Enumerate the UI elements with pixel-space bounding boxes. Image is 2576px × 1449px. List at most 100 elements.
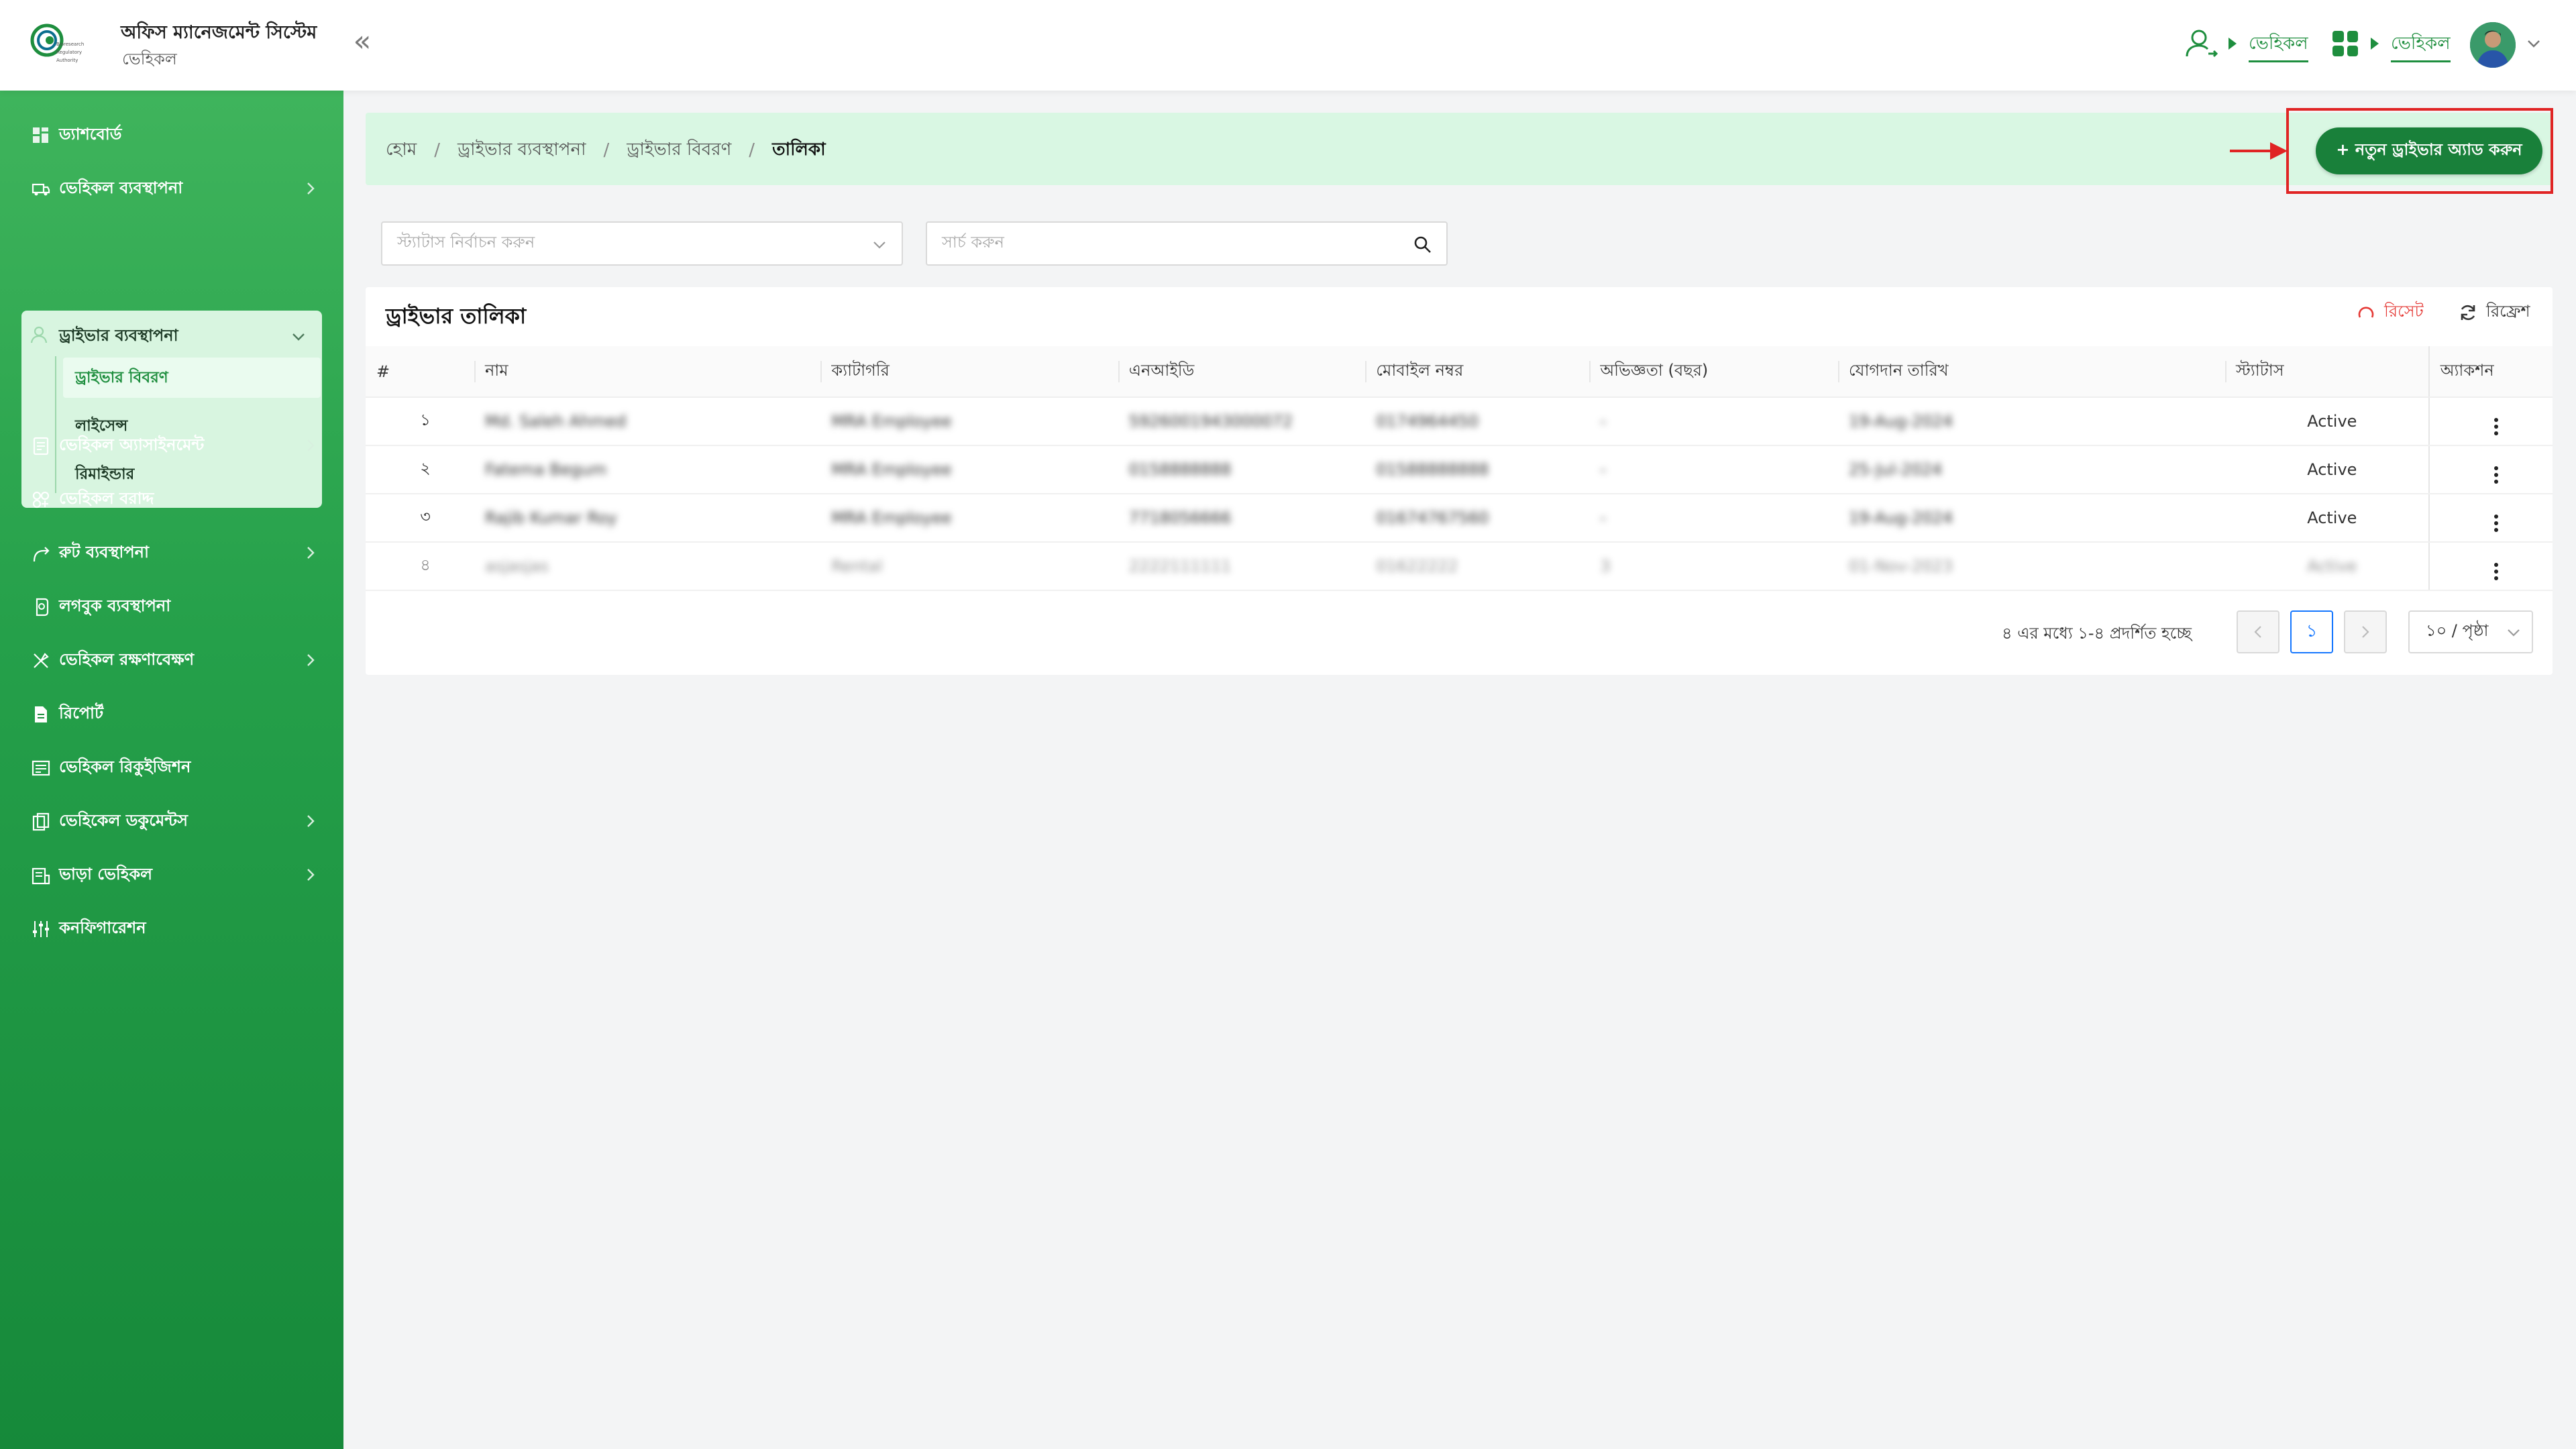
status-select-placeholder: স্ট্যাটাস নির্বাচন করুন: [397, 233, 535, 252]
sidebar-item-driver-management[interactable]: ড্রাইভার ব্যবস্থাপনা: [30, 320, 314, 354]
sidebar-item-label: রুট ব্যবস্থাপনা: [59, 543, 149, 561]
sidebar-subitem-driver-details[interactable]: ড্রাইভার বিবরণ: [63, 358, 321, 398]
sidebar-item-vehicle-allocation[interactable]: ভেহিকল বরাদ্দ: [30, 480, 325, 520]
breadcrumb-home[interactable]: হোম: [386, 136, 417, 165]
page-size-select[interactable]: ১০ / পৃষ্ঠা: [2408, 610, 2533, 653]
svg-text:Bioresearch: Bioresearch: [56, 42, 84, 47]
sidebar-item-dashboard[interactable]: ড্যাশবোর্ড: [30, 115, 325, 156]
chevron-right-icon: [307, 547, 315, 559]
row-action-menu[interactable]: [2428, 542, 2553, 591]
header-link-apps-vehicle[interactable]: ভেহিকল: [2391, 30, 2451, 62]
sidebar-item-label: ভেহিকল ব্যবস্থাপনা: [59, 178, 183, 197]
search-icon[interactable]: [1413, 235, 1433, 255]
more-vertical-icon[interactable]: [2494, 563, 2499, 580]
column-header-category: ক্যাটাগরি: [820, 346, 1118, 398]
more-vertical-icon[interactable]: [2494, 418, 2499, 435]
page-button-current[interactable]: ১: [2290, 610, 2333, 653]
cell-name: asjasjas: [474, 542, 821, 591]
status-select[interactable]: স্ট্যাটাস নির্বাচন করুন: [381, 221, 903, 266]
breadcrumb: হোম / ড্রাইভার ব্যবস্থাপনা / ড্রাইভার বি…: [386, 136, 826, 165]
logbook-icon: [30, 596, 52, 619]
sidebar-item-vehicle-maintenance[interactable]: ভেহিকল রক্ষণাবেক্ষণ: [30, 641, 325, 681]
sidebar-subitem-label: ড্রাইভার বিবরণ: [75, 368, 168, 386]
avatar[interactable]: [2470, 22, 2516, 68]
table-row[interactable]: ২ Fatema Begum MRA Employee 0158888888 0…: [366, 445, 2553, 494]
caret-right-icon: [2371, 38, 2379, 50]
cell-join-date: 25-Jul-2024: [1837, 445, 2225, 494]
sidebar-item-vehicle-management[interactable]: ভেহিকল ব্যবস্থাপনা: [30, 169, 325, 209]
reset-button[interactable]: রিসেট: [2356, 299, 2424, 326]
sidebar-item-configuration[interactable]: কনফিগারেশন: [30, 909, 325, 949]
chevron-left-icon: [2254, 626, 2261, 638]
table-row[interactable]: ১ Md. Saleh Ahmed MRA Employee 592600194…: [366, 397, 2553, 446]
cell-nid: 0158888888: [1118, 445, 1366, 494]
apps-grid-icon[interactable]: [2332, 31, 2358, 56]
table-row[interactable]: ৩ Rajib Kumar Roy MRA Employee 771805666…: [366, 494, 2553, 543]
svg-text:Regulatory: Regulatory: [56, 50, 82, 55]
column-header-mobile: মোবাইল নম্বর: [1365, 346, 1590, 398]
reset-label: রিসেট: [2384, 302, 2424, 321]
header-link-vehicle[interactable]: ভেহিকল: [2249, 30, 2308, 62]
cell-mobile: 0174964450: [1365, 397, 1590, 446]
cell-number: ১: [366, 397, 474, 446]
sidebar-item-report[interactable]: রিপোর্ট: [30, 694, 325, 735]
breadcrumb-separator: /: [749, 140, 755, 160]
cell-join-date: 19-Aug-2024: [1837, 494, 2225, 543]
chevron-right-icon: [307, 815, 315, 827]
column-header-join-date: যোগদান তারিখ: [1837, 346, 2225, 398]
chevron-right-icon: [307, 439, 315, 451]
more-vertical-icon[interactable]: [2494, 515, 2499, 532]
sidebar-item-route-management[interactable]: রুট ব্যবস্থাপনা: [30, 533, 325, 574]
sidebar-item-logbook-management[interactable]: লগবুক ব্যবস্থাপনা: [30, 587, 325, 627]
collapse-sidebar-button[interactable]: «: [347, 27, 377, 58]
sidebar-item-label: ভেহিকল রিকুইজিশন: [59, 757, 191, 776]
cell-category: MRA Employee: [820, 397, 1118, 446]
sidebar-item-label: ড্যাশবোর্ড: [59, 125, 122, 144]
pagination-summary: ৪ এর মধ্যে ১-৪ প্রদর্শিত হচ্ছে: [2002, 624, 2192, 643]
breadcrumb-bar: হোম / ড্রাইভার ব্যবস্থাপনা / ড্রাইভার বি…: [366, 113, 2553, 185]
cell-join-date: 19-Aug-2024: [1837, 397, 2225, 446]
page-size-value: ১০ / পৃষ্ঠা: [2426, 621, 2489, 640]
chevron-down-icon: [2508, 629, 2520, 637]
more-vertical-icon[interactable]: [2494, 466, 2499, 484]
sidebar-item-vehicle-documents[interactable]: ভেহিকেল ডকুমেন্টস: [30, 802, 325, 842]
breadcrumb-driver-management[interactable]: ড্রাইভার ব্যবস্থাপনা: [458, 136, 586, 165]
chevron-down-icon[interactable]: [2524, 34, 2544, 54]
sidebar-item-label: কনফিগারেশন: [59, 918, 146, 937]
driver-table: # নাম ক্যাটাগরি এনআইডি মোবাইল নম্বর অভিজ…: [366, 346, 2553, 591]
sidebar-item-vehicle-requisition[interactable]: ভেহিকল রিকুইজিশন: [30, 748, 325, 788]
sidebar-item-label: ভেহিকল রক্ষণাবেক্ষণ: [59, 650, 195, 669]
refresh-button[interactable]: রিফ্রেশ: [2458, 299, 2530, 326]
next-page-button[interactable]: [2344, 610, 2387, 653]
cell-nid: 7718056666: [1118, 494, 1366, 543]
status-badge: Active: [2224, 494, 2429, 543]
row-action-menu[interactable]: [2428, 397, 2553, 446]
table-row[interactable]: ৪ asjasjas Rental 2222111111 01622222 3 …: [366, 542, 2553, 591]
table-title: ড্রাইভার তালিকা: [386, 303, 527, 329]
prev-page-button[interactable]: [2237, 610, 2279, 653]
chevron-down-icon: [292, 333, 305, 341]
cell-experience: -: [1589, 445, 1838, 494]
sidebar-item-vehicle-assignment[interactable]: ভেহিকল অ্যাসাইনমেন্ট: [30, 426, 325, 466]
column-header-name: নাম: [474, 346, 821, 398]
dashboard-icon: [30, 124, 52, 147]
user-switch-icon[interactable]: [2183, 25, 2220, 63]
cell-mobile: 01622222: [1365, 542, 1590, 591]
row-action-menu[interactable]: [2428, 494, 2553, 543]
breadcrumb-separator: /: [603, 140, 610, 160]
cell-mobile: 01674767560: [1365, 494, 1590, 543]
add-driver-button[interactable]: + নতুন ড্রাইভার অ্যাড করুন: [2316, 127, 2542, 174]
status-badge: Active: [2224, 445, 2429, 494]
refresh-icon: [2461, 305, 2475, 321]
search-input[interactable]: সার্চ করুন: [926, 221, 1448, 266]
sidebar-item-label: ড্রাইভার ব্যবস্থাপনা: [59, 326, 178, 345]
status-badge: Active: [2224, 397, 2429, 446]
app-subtitle: ভেহিকল: [122, 50, 177, 68]
row-action-menu[interactable]: [2428, 445, 2553, 494]
breadcrumb-driver-details[interactable]: ড্রাইভার বিবরণ: [627, 136, 731, 165]
sidebar: ড্যাশবোর্ড ভেহিকল ব্যবস্থাপনা ড্রাইভার ব…: [0, 91, 343, 1449]
sidebar-item-rental-vehicle[interactable]: ভাড়া ভেহিকল: [30, 855, 325, 896]
sidebar-item-label: ভাড়া ভেহিকল: [59, 865, 153, 883]
svg-text:Authority: Authority: [56, 58, 78, 63]
cell-category: MRA Employee: [820, 445, 1118, 494]
